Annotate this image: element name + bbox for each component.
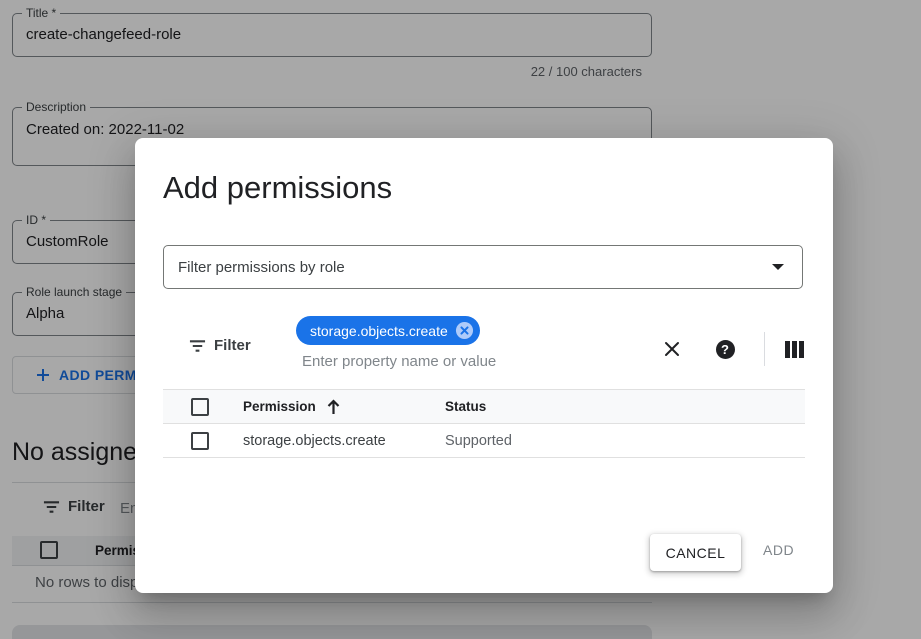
filter-permissions-by-role-select[interactable]: Filter permissions by role bbox=[163, 245, 803, 289]
select-all-checkbox[interactable] bbox=[191, 398, 209, 416]
row-status-cell: Supported bbox=[445, 433, 512, 449]
clear-filters-button[interactable] bbox=[658, 335, 686, 363]
view-columns-icon bbox=[785, 341, 804, 358]
toolbar-divider bbox=[764, 332, 765, 366]
filter-help-button[interactable]: ? bbox=[711, 335, 739, 363]
close-icon bbox=[663, 340, 681, 358]
row-permission-cell: storage.objects.create bbox=[243, 433, 386, 449]
filter-properties-input[interactable] bbox=[302, 353, 632, 370]
permission-column-label: Permission bbox=[243, 399, 316, 414]
dialog-title: Add permissions bbox=[163, 170, 392, 206]
help-icon: ? bbox=[716, 340, 735, 359]
cancel-button[interactable]: CANCEL bbox=[650, 534, 741, 571]
permission-row[interactable]: storage.objects.create Supported bbox=[163, 424, 805, 458]
permission-column-header[interactable]: Permission bbox=[243, 399, 341, 415]
row-checkbox[interactable] bbox=[191, 432, 209, 450]
role-select-value: Filter permissions by role bbox=[178, 259, 772, 276]
filter-chip[interactable]: storage.objects.create bbox=[296, 316, 480, 345]
permissions-table: Permission Status storage.objects.create… bbox=[163, 389, 805, 458]
create-role-page: Title * create-changefeed-role 22 / 100 … bbox=[0, 0, 921, 639]
filter-list-icon bbox=[189, 339, 206, 353]
permissions-table-header: Permission Status bbox=[163, 389, 805, 424]
dropdown-arrow-icon bbox=[772, 264, 784, 270]
permissions-filter-toolbar: Filter storage.objects.create ? bbox=[163, 310, 805, 389]
chip-remove-icon[interactable] bbox=[455, 321, 474, 340]
sort-ascending-icon bbox=[326, 399, 341, 415]
add-button[interactable]: ADD bbox=[763, 542, 794, 558]
filter-chip-label: storage.objects.create bbox=[310, 323, 448, 339]
column-display-options-button[interactable] bbox=[780, 335, 808, 363]
add-permissions-dialog: Add permissions Filter permissions by ro… bbox=[135, 138, 833, 593]
toolbar-filter-button[interactable]: Filter bbox=[189, 337, 251, 354]
status-column-header[interactable]: Status bbox=[445, 399, 486, 414]
toolbar-filter-label: Filter bbox=[214, 337, 251, 354]
